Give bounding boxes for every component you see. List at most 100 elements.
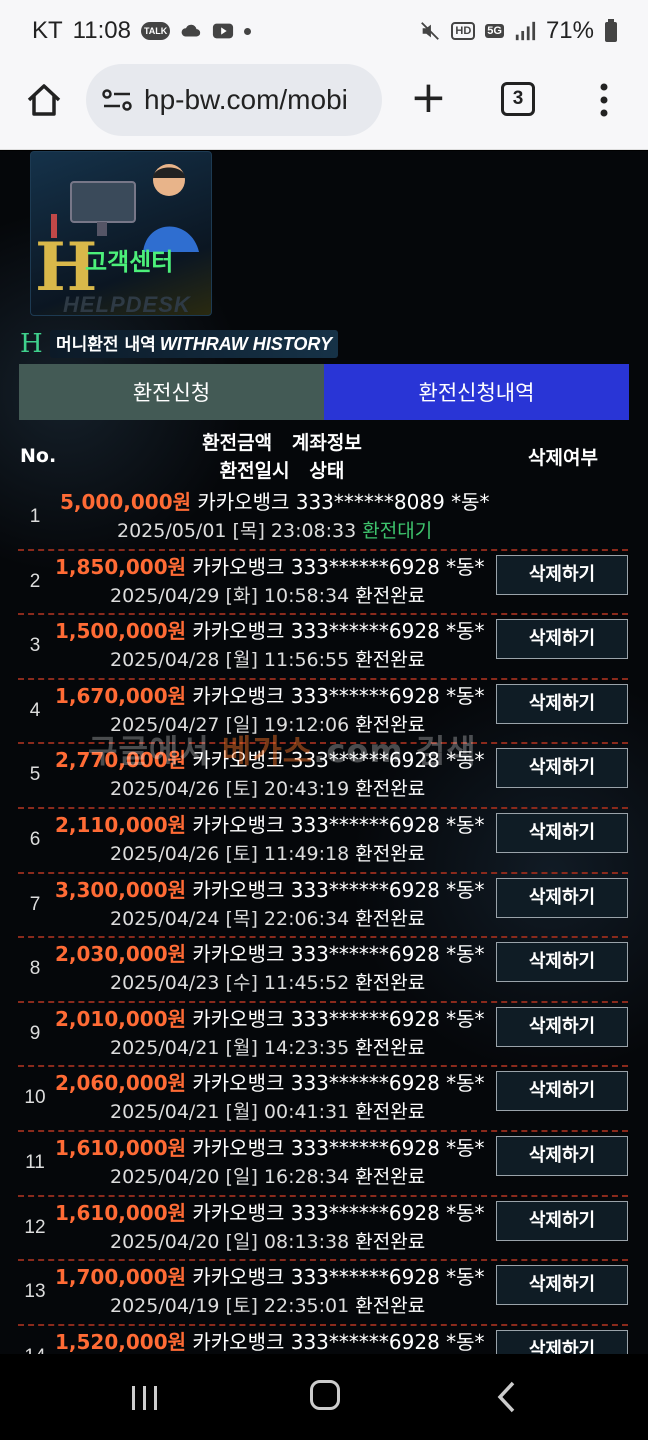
row-amount: 1,850,000원 (55, 554, 187, 579)
table-row: 3 1,500,000원 카카오뱅크 333******6928 *동* 2025/… (0, 615, 648, 680)
delete-button[interactable]: 삭제하기 (496, 619, 628, 660)
row-date: 2025/04/29 [화] 10:58:34 (110, 584, 350, 607)
row-amount: 1,500,000원 (55, 619, 187, 644)
tab-bar: 환전신청 환전신청내역 (19, 364, 629, 420)
section-logo-letter: H (20, 329, 43, 359)
delete-button[interactable]: 삭제하기 (496, 1265, 628, 1306)
table-row: 6 2,110,000원 카카오뱅크 333******6928 *동* 2025/… (0, 809, 648, 874)
watermark: 구글에서 베가스.com 검색 (88, 732, 477, 770)
row-status: 환전완료 (355, 972, 426, 995)
table-row: 10 2,060,000원 카카오뱅크 333******6928 *동* 2025… (0, 1067, 648, 1132)
helpdesk-banner[interactable]: H 고객센터 HELPDESK (30, 151, 212, 316)
table-row: 9 2,010,000원 카카오뱅크 333******6928 *동* 2025/… (0, 1003, 648, 1068)
row-account: 카카오뱅크 333******6928 *동* (192, 812, 485, 837)
delete-button[interactable]: 삭제하기 (496, 1071, 628, 1112)
row-status: 환전대기 (362, 520, 433, 542)
back-icon[interactable] (496, 1381, 516, 1413)
delete-button[interactable]: 삭제하기 (496, 942, 628, 983)
helpdesk-subtitle: HELPDESK (63, 292, 191, 316)
row-account: 카카오뱅크 333******6928 *동* (192, 619, 485, 644)
delete-button[interactable]: 삭제하기 (496, 554, 628, 595)
row-account: 카카오뱅크 333******6928 *동* (192, 942, 485, 967)
system-nav-bar (0, 1354, 648, 1440)
header-amount: 환전금액 (202, 432, 273, 454)
row-status: 환전완료 (355, 842, 426, 865)
kakaotalk-icon: TALK (140, 22, 171, 40)
row-amount: 2,110,000원 (55, 812, 187, 837)
row-status: 환전완료 (355, 584, 426, 607)
row-date: 2025/04/20 [일] 08:13:38 (110, 1230, 350, 1253)
delete-button[interactable]: 삭제하기 (496, 683, 628, 724)
delete-button[interactable]: 삭제하기 (496, 1135, 628, 1176)
tab-withdraw-apply[interactable]: 환전신청 (19, 364, 324, 420)
table-row: 141,520,000원 카카오뱅크 333******6928 *동* 삭제하… (0, 1326, 648, 1354)
tab-withdraw-history[interactable]: 환전신청내역 (324, 364, 629, 420)
recent-apps-icon[interactable] (130, 1384, 160, 1412)
row-date: 2025/04/28 [월] 11:56:55 (110, 649, 350, 672)
row-account: 카카오뱅크 333******6928 *동* (192, 683, 485, 708)
hd-voice-icon: HD (451, 22, 476, 40)
row-date: 2025/04/20 [일] 16:28:34 (110, 1165, 350, 1188)
battery-percent: 71% (545, 17, 594, 44)
row-status: 환전완료 (355, 649, 426, 672)
header-account: 계좌정보 (291, 432, 362, 454)
row-date: 2025/04/26 [토] 11:49:18 (110, 842, 350, 865)
signal-icon (515, 21, 536, 41)
row-account: 카카오뱅크 333******6928 *동* (192, 1200, 485, 1225)
table-row: 13 1,700,000원 카카오뱅크 333******6928 *동* 2025… (0, 1261, 648, 1326)
delete-button[interactable]: 삭제하기 (496, 812, 628, 853)
row-amount: 1,610,000원 (55, 1200, 187, 1225)
helpdesk-title: 고객센터 (85, 248, 174, 276)
table-row: 1 5,000,000원 카카오뱅크 333******8089 *동* 2025/… (0, 486, 648, 551)
row-account: 카카오뱅크 333******6928 *동* (192, 554, 485, 579)
table-row: 12 1,610,000원 카카오뱅크 333******6928 *동* 2025… (0, 1197, 648, 1262)
site-settings-icon[interactable] (102, 88, 132, 112)
delete-button[interactable]: 삭제하기 (496, 1329, 628, 1354)
delete-button[interactable]: 삭제하기 (496, 1006, 628, 1047)
row-date: 2025/04/19 [토] 22:35:01 (110, 1295, 350, 1318)
row-account: 카카오뱅크 333******6928 *동* (192, 1265, 485, 1290)
new-tab-button[interactable]: + (410, 76, 447, 120)
row-status: 환전완료 (355, 1230, 426, 1253)
header-delete: 삭제여부 (528, 447, 598, 469)
row-status: 환전완료 (355, 1036, 426, 1059)
mute-icon (421, 22, 440, 40)
tab-switcher-button[interactable]: 3 (501, 82, 535, 116)
delete-button[interactable]: 삭제하기 (496, 877, 628, 918)
table-row: 8 2,030,000원 카카오뱅크 333******6928 *동* 2025/… (0, 938, 648, 1003)
row-status: 환전완료 (355, 1165, 426, 1188)
carrier: KT (32, 17, 63, 44)
more-menu-icon[interactable] (594, 82, 614, 118)
row-amount: 1,700,000원 (55, 1265, 187, 1290)
home-icon[interactable] (24, 80, 64, 120)
row-date: 2025/04/21 [월] 00:41:31 (110, 1101, 350, 1124)
section-title-en: WITHRAW HISTORY (159, 334, 333, 354)
home-nav-button[interactable] (310, 1380, 340, 1410)
table-row: 11 1,610,000원 카카오뱅크 333******6928 *동* 2025… (0, 1132, 648, 1197)
address-bar[interactable]: hp-bw.com/mobi (86, 64, 382, 136)
row-status: 환전완료 (355, 778, 426, 801)
row-date: 2025/05/01 [목] 23:08:33 (117, 520, 357, 542)
row-amount: 1,670,000원 (55, 683, 187, 708)
header-status: 상태 (309, 460, 345, 482)
header-no: No. (20, 445, 57, 467)
url-text[interactable]: hp-bw.com/mobi (144, 84, 370, 116)
clock: 11:08 (72, 17, 131, 44)
row-date: 2025/04/23 [수] 11:45:52 (110, 972, 350, 995)
battery-icon (605, 19, 617, 42)
row-date: 2025/04/26 [토] 20:43:19 (110, 778, 350, 801)
row-amount: 3,300,000원 (55, 877, 187, 902)
row-amount: 1,610,000원 (55, 1135, 187, 1160)
delete-button[interactable]: 삭제하기 (496, 748, 628, 789)
row-date: 2025/04/24 [목] 22:06:34 (110, 907, 350, 930)
row-amount: 2,010,000원 (55, 1006, 187, 1031)
row-amount: 1,520,000원 (55, 1329, 187, 1354)
delete-button[interactable]: 삭제하기 (496, 1200, 628, 1241)
table-row: 2 1,850,000원 카카오뱅크 333******6928 *동* 2025/… (0, 551, 648, 616)
more-notifications-dot (244, 27, 252, 35)
row-account: 카카오뱅크 333******6928 *동* (192, 877, 485, 902)
row-status: 환전완료 (355, 1295, 426, 1318)
row-account: 카카오뱅크 333******8089 *동* (197, 490, 490, 514)
row-amount: 2,060,000원 (55, 1071, 187, 1096)
network-type-icon: 5G (485, 24, 504, 38)
